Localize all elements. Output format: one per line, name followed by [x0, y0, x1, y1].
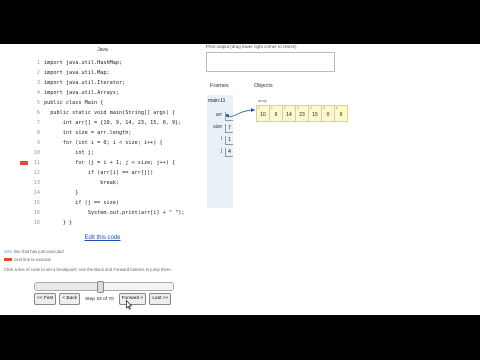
pointer-arrow — [227, 108, 256, 118]
visualizer-page: Java 1 import java.util.HashMap; 2 import j… — [0, 44, 480, 315]
